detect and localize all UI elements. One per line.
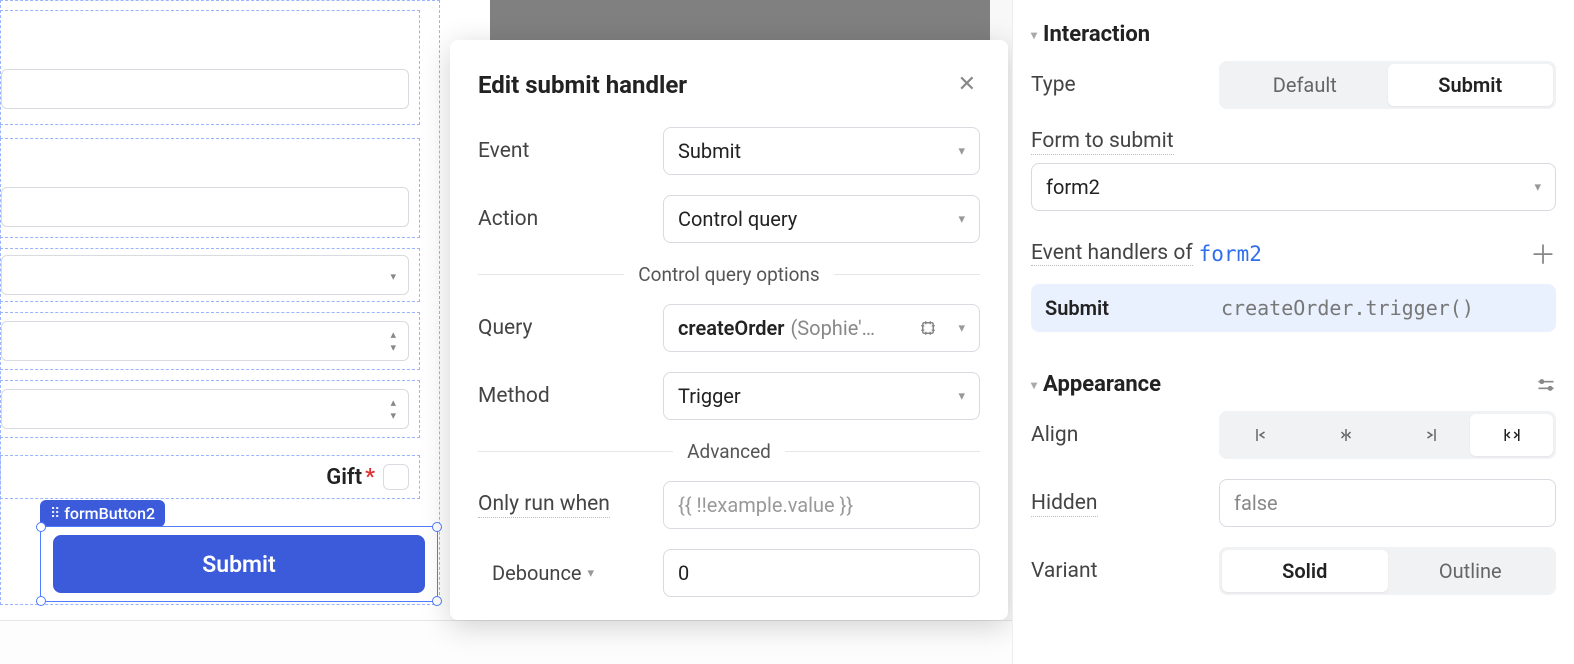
number-input[interactable]: ▴▾ (1, 389, 409, 429)
method-label: Method (478, 384, 663, 408)
chevron-down-icon: ▾ (958, 321, 965, 336)
edit-handler-modal: Edit submit handler ✕ Event Submit ▾ Act… (450, 40, 1008, 620)
variant-segmented: Solid Outline (1219, 547, 1556, 595)
hidden-label: Hidden (1031, 491, 1219, 515)
drag-grip-icon: ⠿ (50, 506, 58, 522)
form-link[interactable]: form2 (1199, 242, 1262, 266)
resize-handle[interactable] (432, 596, 442, 606)
query-label: Query (478, 316, 663, 340)
gift-checkbox[interactable] (383, 464, 409, 490)
only-run-when-label: Only run when (478, 492, 610, 518)
section-interaction[interactable]: ▾ Interaction (1031, 22, 1556, 47)
align-left[interactable] (1222, 414, 1305, 456)
selection-rect[interactable]: Submit (40, 526, 438, 602)
expand-icon[interactable] (917, 317, 939, 339)
event-handlers-header: Event handlers of form2 ＋ (1031, 235, 1556, 272)
method-select[interactable]: Trigger ▾ (663, 372, 980, 420)
chevron-down-icon: ▾ (1534, 180, 1541, 195)
chevron-down-icon: ▾ (958, 389, 965, 404)
collapse-icon: ▾ (1031, 378, 1037, 392)
inspector-panel: ▾ Interaction Type Default Submit Form t… (1012, 0, 1574, 664)
chevron-down-icon: ▾ (958, 212, 965, 227)
close-icon[interactable]: ✕ (954, 68, 980, 101)
submit-button[interactable]: Submit (53, 535, 425, 593)
form-field[interactable] (0, 138, 420, 238)
bottom-panel-bar (0, 620, 1012, 664)
section-appearance[interactable]: ▾ Appearance (1031, 372, 1556, 397)
collapse-icon: ▾ (1031, 28, 1037, 42)
editor-canvas[interactable]: ▾ ▴▾ ▴▾ Gift * ⠿ formButton2 Submit (0, 0, 490, 664)
gift-field-row[interactable]: Gift * (0, 455, 420, 499)
control-query-divider: Control query options (478, 263, 980, 286)
form-field[interactable] (0, 10, 420, 125)
align-stretch[interactable] (1470, 414, 1553, 456)
action-label: Action (478, 207, 663, 231)
event-label: Event (478, 139, 663, 163)
component-tag[interactable]: ⠿ formButton2 (40, 500, 165, 527)
modal-title: Edit submit handler (478, 71, 687, 99)
advanced-divider: Advanced (478, 440, 980, 463)
type-option-submit[interactable]: Submit (1388, 64, 1554, 106)
debounce-input[interactable]: 0 (663, 549, 980, 597)
event-select[interactable]: Submit ▾ (663, 127, 980, 175)
chevron-down-icon: ▾ (390, 270, 396, 283)
align-center[interactable] (1305, 414, 1388, 456)
align-right[interactable] (1388, 414, 1471, 456)
action-select[interactable]: Control query ▾ (663, 195, 980, 243)
align-label: Align (1031, 423, 1219, 447)
hidden-input[interactable]: false (1219, 479, 1556, 527)
add-handler-button[interactable]: ＋ (1530, 235, 1556, 272)
text-input[interactable] (1, 69, 409, 109)
form-select-field[interactable]: ▾ (0, 248, 420, 302)
required-asterisk: * (365, 465, 375, 490)
select-input[interactable]: ▾ (1, 255, 409, 295)
number-input[interactable]: ▴▾ (1, 321, 409, 361)
chevron-down-icon: ▾ (588, 566, 595, 581)
settings-icon[interactable] (1536, 375, 1556, 395)
gift-label: Gift (326, 465, 362, 490)
form-to-submit-select[interactable]: form2 ▾ (1031, 163, 1556, 211)
resize-handle[interactable] (36, 596, 46, 606)
event-handler-item[interactable]: Submit createOrder.trigger() (1031, 284, 1556, 332)
component-name: formButton2 (64, 504, 155, 523)
form-number-field[interactable]: ▴▾ (0, 312, 420, 370)
form-number-field[interactable]: ▴▾ (0, 380, 420, 438)
resize-handle[interactable] (36, 522, 46, 532)
form-to-submit-label: Form to submit (1031, 129, 1219, 153)
chevron-down-icon: ▾ (958, 144, 965, 159)
type-option-default[interactable]: Default (1222, 64, 1388, 106)
stepper-up-down-icon: ▴▾ (390, 328, 396, 354)
variant-solid[interactable]: Solid (1222, 550, 1388, 592)
align-segmented (1219, 411, 1556, 459)
text-input[interactable] (1, 187, 409, 227)
variant-outline[interactable]: Outline (1388, 550, 1554, 592)
resize-handle[interactable] (432, 522, 442, 532)
query-select[interactable]: createOrder (Sophie'… ▾ (663, 304, 980, 352)
type-segmented: Default Submit (1219, 61, 1556, 109)
type-label: Type (1031, 73, 1219, 97)
only-run-when-input[interactable]: {{ !!example.value }} (663, 481, 980, 529)
debounce-label[interactable]: Debounce ▾ (492, 561, 663, 585)
stepper-up-down-icon: ▴▾ (390, 396, 396, 422)
variant-label: Variant (1031, 559, 1219, 583)
selected-component[interactable]: ⠿ formButton2 Submit (40, 500, 440, 608)
